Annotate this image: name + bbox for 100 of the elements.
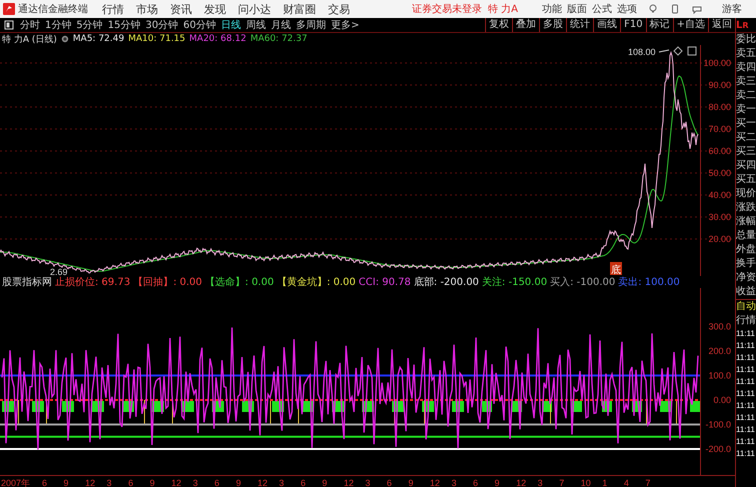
quote-label: 卖二 bbox=[736, 89, 756, 103]
moving-average-value: MA20: 68.12 bbox=[189, 34, 246, 44]
period-tab[interactable]: 多周期 bbox=[296, 18, 326, 32]
moving-average-value: MA60: 72.37 bbox=[250, 34, 308, 44]
circle-icon[interactable] bbox=[60, 35, 69, 43]
period-tab[interactable]: 分时 bbox=[20, 18, 40, 32]
period-tab[interactable]: 5分钟 bbox=[76, 18, 103, 32]
period-tab[interactable]: 更多> bbox=[330, 18, 360, 32]
date-axis-label: 6 bbox=[300, 478, 306, 487]
panel-toggle-icon[interactable] bbox=[4, 20, 14, 30]
tick-time: 11:11 bbox=[736, 388, 756, 400]
date-axis-label: 9 bbox=[150, 478, 155, 487]
quote-label: 涨跌 bbox=[736, 201, 756, 215]
period-tab[interactable]: 60分钟 bbox=[183, 18, 216, 32]
menu-item[interactable]: 交易 bbox=[328, 2, 350, 16]
moving-average-value: MA5: 72.49 bbox=[72, 34, 124, 44]
indicator-value: 【选命】: 0.00 bbox=[205, 276, 274, 289]
menu-item[interactable]: 发现 bbox=[204, 2, 226, 16]
date-axis-label: 6 bbox=[128, 478, 134, 487]
tick-time: 11:11 bbox=[736, 424, 756, 436]
quote-label: 买三 bbox=[736, 145, 756, 159]
indicator-value: 【黄金坑】: 0.00 bbox=[276, 276, 356, 289]
indicator-axis-label: 300.0 bbox=[708, 322, 731, 332]
login-status[interactable]: 证券交易未登录 bbox=[412, 2, 482, 16]
date-axis-label: 3 bbox=[106, 478, 112, 487]
diamond-icon[interactable] bbox=[673, 46, 683, 56]
menu-item[interactable]: 行情 bbox=[102, 2, 124, 16]
date-axis-label: 7 bbox=[645, 478, 650, 487]
panel-icon[interactable] bbox=[688, 46, 696, 56]
date-axis-label: 6 bbox=[42, 478, 48, 487]
menu-item[interactable]: 财富圈 bbox=[283, 2, 316, 16]
signal-marker: 底 bbox=[610, 262, 622, 276]
date-axis-label: 7 bbox=[559, 478, 564, 487]
tick-time: 11:11 bbox=[736, 328, 756, 340]
tick-time: 11:11 bbox=[736, 400, 756, 412]
period-tab[interactable]: 30分钟 bbox=[145, 18, 178, 32]
high-price-label: 108.00 bbox=[628, 47, 656, 57]
side-tab[interactable]: R bbox=[742, 20, 749, 30]
indicator-value: 止损价位: 69.73 bbox=[55, 276, 130, 289]
phone-icon[interactable] bbox=[670, 4, 680, 14]
toolbar-button[interactable]: +自选 bbox=[672, 18, 708, 32]
date-axis-label: 12 bbox=[344, 478, 354, 487]
date-axis-label: 9 bbox=[408, 478, 414, 487]
mode-label[interactable]: 自动 bbox=[736, 300, 756, 314]
date-axis-label: 3 bbox=[538, 478, 543, 487]
date-axis-label: 3 bbox=[451, 478, 456, 487]
period-tab[interactable]: 周线 bbox=[246, 18, 266, 32]
indicator-value: 买入: -100.00 bbox=[550, 276, 616, 289]
date-axis-label: 12 bbox=[85, 478, 96, 487]
date-axis-label: 12 bbox=[516, 478, 526, 487]
quote-label: 买一 bbox=[736, 117, 756, 131]
moving-average-value: MA10: 71.15 bbox=[128, 34, 186, 44]
price-axis-label: 100.00 bbox=[703, 58, 731, 68]
period-tab[interactable]: 月线 bbox=[270, 18, 291, 32]
price-axis-label: 50.00 bbox=[708, 168, 731, 178]
date-axis-label: 3 bbox=[192, 478, 198, 487]
menu-item[interactable]: 选项 bbox=[617, 2, 638, 16]
message-icon[interactable] bbox=[692, 4, 702, 14]
quote-label: 总量 bbox=[736, 229, 756, 243]
side-tab[interactable]: L bbox=[736, 20, 742, 30]
indicator-axis-label: -200.0 bbox=[705, 444, 731, 454]
price-axis-label: 60.00 bbox=[708, 146, 731, 156]
indicator-value: 关注: -150.00 bbox=[482, 276, 548, 289]
quote-label: 委比 bbox=[736, 33, 756, 47]
price-axis-label: 80.00 bbox=[708, 102, 731, 112]
leader-line bbox=[658, 50, 670, 52]
menu-item[interactable]: 市场 bbox=[136, 2, 158, 16]
indicator-value: 【回抽】: 0.00 bbox=[133, 276, 202, 289]
lightbulb-icon[interactable] bbox=[648, 4, 658, 14]
menu-item[interactable]: 功能 bbox=[542, 2, 562, 16]
quote-label: 净资 bbox=[736, 271, 756, 285]
indicator-axis-label: -100.0 bbox=[705, 420, 731, 430]
quote-label: 买四 bbox=[736, 159, 756, 173]
tick-time: 11:11 bbox=[736, 376, 756, 388]
quote-label: 换手 bbox=[736, 257, 756, 271]
indicator-value: CCI: 90.78 bbox=[358, 276, 411, 288]
stock-name: 特 力A bbox=[488, 2, 518, 16]
date-axis-label: 9 bbox=[64, 478, 69, 487]
period-tab[interactable]: 1分钟 bbox=[45, 18, 72, 32]
menu-item[interactable]: 公式 bbox=[592, 2, 612, 16]
mode-label[interactable]: 行情 bbox=[736, 314, 756, 328]
period-tab[interactable]: 日线 bbox=[220, 18, 241, 32]
logo-icon bbox=[3, 3, 15, 15]
date-axis-label: 12 bbox=[171, 478, 182, 487]
tick-time: 11:11 bbox=[736, 412, 756, 424]
menu-item[interactable]: 资讯 bbox=[170, 2, 192, 16]
menu-item[interactable]: 版面 bbox=[567, 2, 588, 16]
quote-label: 买五 bbox=[736, 173, 756, 187]
date-axis-label: 9 bbox=[236, 478, 241, 487]
date-axis-label: 2007年 bbox=[1, 478, 30, 487]
app-title: 通达信金融终端 bbox=[18, 2, 88, 16]
tick-time: 11:11 bbox=[736, 340, 756, 352]
menu-item[interactable]: 问小达 bbox=[238, 2, 271, 16]
date-axis-label: 4 bbox=[624, 478, 629, 487]
date-axis-label: 12 bbox=[258, 478, 268, 487]
date-axis-label: 6 bbox=[473, 478, 478, 487]
user-label[interactable]: 游客 bbox=[722, 2, 742, 16]
tick-time: 11:11 bbox=[736, 436, 756, 448]
period-tab[interactable]: 15分钟 bbox=[108, 18, 140, 32]
quote-label: 现价 bbox=[736, 187, 756, 201]
